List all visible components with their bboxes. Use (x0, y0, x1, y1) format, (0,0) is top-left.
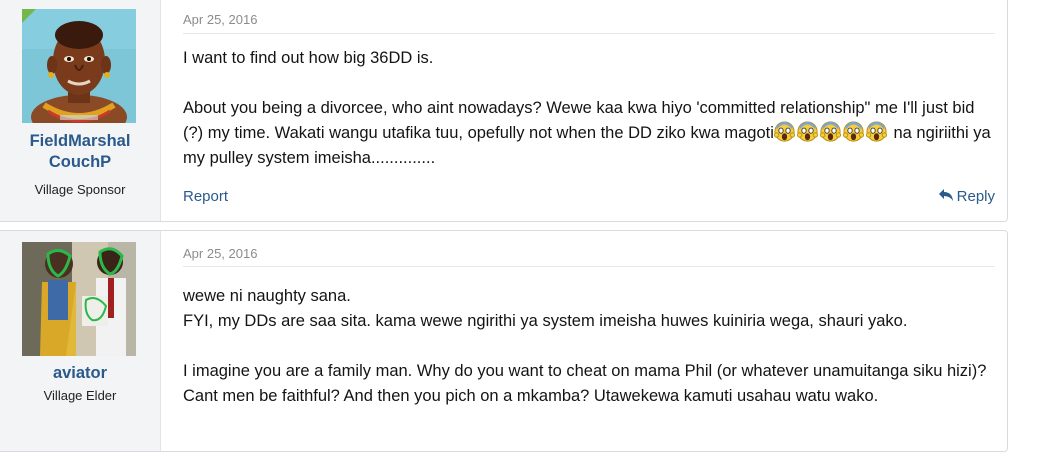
post-date[interactable]: Apr 25, 2016 (183, 246, 257, 261)
user-title: Village Sponsor (34, 182, 126, 197)
post-date[interactable]: Apr 25, 2016 (183, 12, 257, 27)
user-sidebar: FieldMarshal CouchP Village Sponsor (0, 0, 161, 221)
body-line: FYI, my DDs are saa sita. kama wewe ngir… (183, 312, 908, 330)
username-line-2[interactable]: CouchP (0, 152, 160, 173)
body-line: I want to find out how big 36DD is. (183, 49, 434, 67)
body-paragraph: I imagine you are a family man. Why do y… (183, 362, 987, 405)
post-body: I want to find out how big 36DD is. Abou… (183, 46, 995, 171)
avatar-aviator[interactable] (22, 242, 136, 356)
post-1: FieldMarshal CouchP Village Sponsor Apr … (0, 0, 1008, 222)
body-paragraph: About you being a divorcee, who aint now… (183, 96, 995, 171)
user-sidebar: aviator Village Elder (0, 231, 161, 451)
scream-emoji-icon (796, 121, 818, 142)
username-line-1[interactable]: FieldMarshal (0, 131, 160, 152)
username[interactable]: aviator (0, 363, 160, 384)
scream-emoji-icon (865, 121, 887, 142)
post-body: wewe ni naughty sana. FYI, my DDs are sa… (183, 284, 995, 409)
body-line: wewe ni naughty sana. (183, 287, 351, 305)
report-link[interactable]: Report (183, 188, 228, 205)
username[interactable]: FieldMarshal CouchP (0, 131, 160, 173)
user-title: Village Elder (43, 388, 117, 403)
scream-emoji-icon (842, 121, 864, 142)
post-main: Apr 25, 2016 wewe ni naughty sana. FYI, … (183, 231, 995, 451)
divider (183, 266, 995, 267)
reply-label[interactable]: Reply (957, 188, 995, 205)
reply-icon (938, 189, 953, 201)
post-2: aviator Village Elder Apr 25, 2016 wewe … (0, 230, 1008, 452)
reply-link[interactable]: Reply (938, 188, 995, 205)
avatar-fieldmarshal[interactable] (22, 9, 136, 123)
scream-emoji-icon (773, 121, 795, 142)
divider (183, 33, 995, 34)
post-main: Apr 25, 2016 I want to find out how big … (183, 0, 995, 221)
scream-emoji-icon (819, 121, 841, 142)
